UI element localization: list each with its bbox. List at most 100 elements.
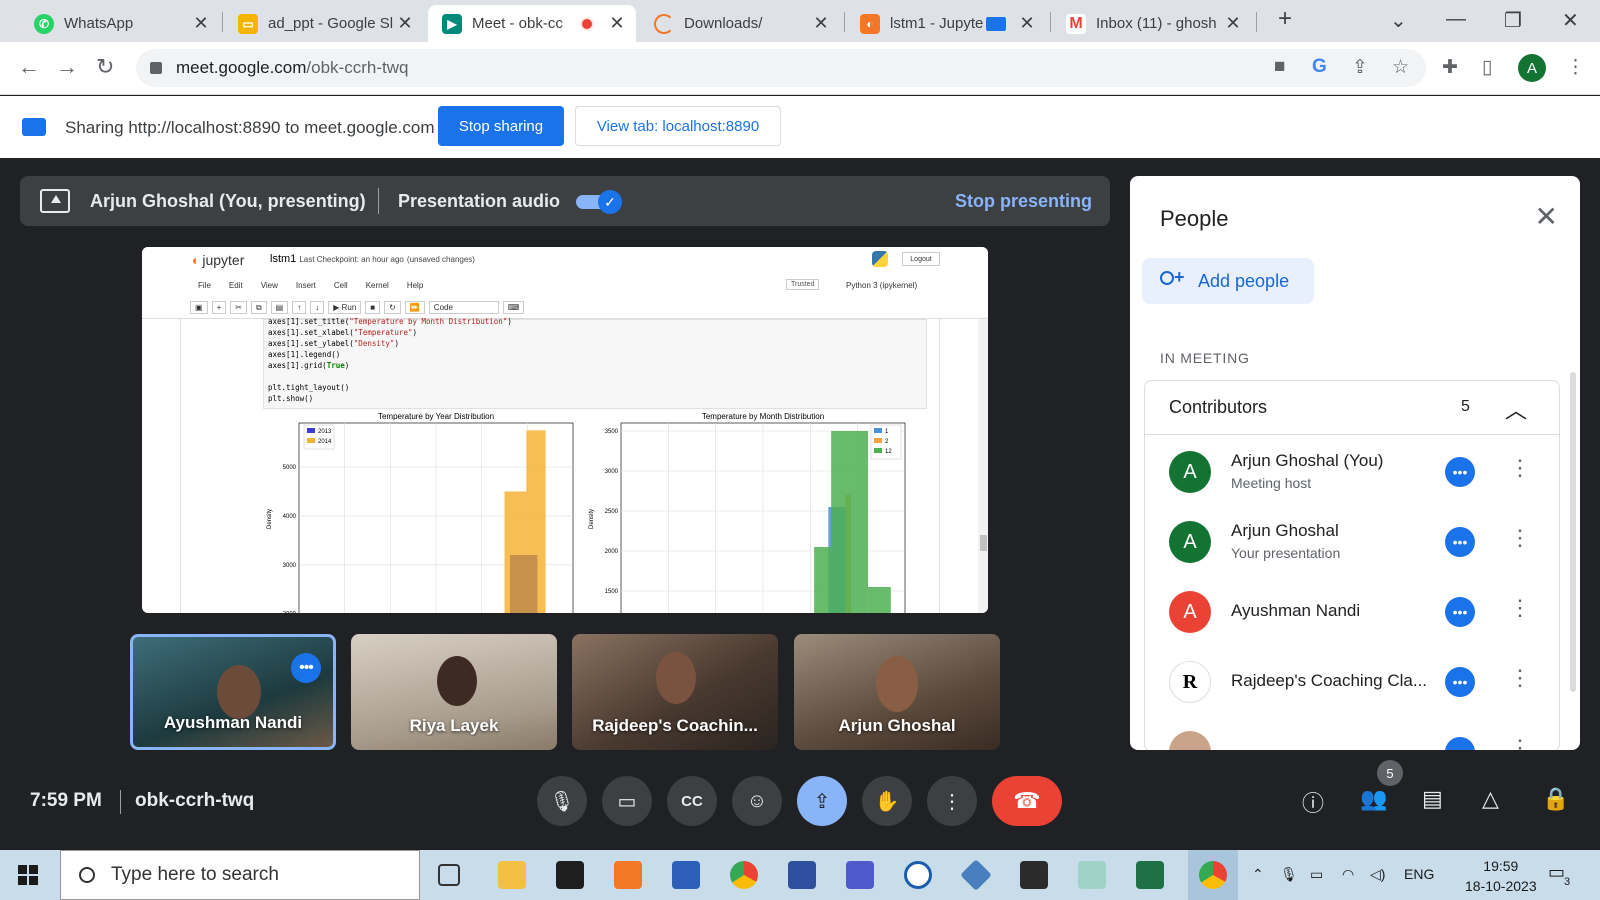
close-icon[interactable]: ✕ bbox=[192, 13, 210, 34]
word-app-icon[interactable] bbox=[904, 861, 932, 889]
present-button[interactable]: ⇪ bbox=[797, 776, 847, 826]
move-down-icon[interactable]: ↓ bbox=[310, 301, 325, 314]
cut-icon[interactable]: ✂ bbox=[230, 301, 247, 314]
menu-help[interactable]: Help bbox=[407, 281, 423, 290]
close-icon[interactable]: ✕ bbox=[1224, 13, 1242, 34]
close-icon[interactable]: ✕ bbox=[396, 13, 414, 34]
menu-file[interactable]: File bbox=[198, 281, 211, 290]
sublime-text-icon[interactable] bbox=[614, 861, 642, 889]
restart-run-icon[interactable]: ⏩ bbox=[404, 301, 425, 314]
tab-whatsapp[interactable]: ✆ WhatsApp ✕ bbox=[20, 5, 220, 42]
minimize-icon[interactable]: — bbox=[1446, 8, 1466, 31]
microphone-button[interactable]: 🎙 bbox=[537, 776, 587, 826]
save-icon[interactable]: ▣ bbox=[190, 301, 208, 314]
add-cell-icon[interactable]: + bbox=[211, 301, 227, 314]
notification-icon[interactable]: ▭ bbox=[1548, 862, 1565, 883]
camera-icon[interactable]: ■ bbox=[1274, 56, 1285, 78]
people-icon[interactable]: 👥 bbox=[1360, 786, 1387, 812]
info-icon[interactable]: ⓘ bbox=[1302, 786, 1324, 818]
tab-slides[interactable]: ▭ ad_ppt - Google Sl ✕ bbox=[224, 5, 424, 42]
activities-icon[interactable]: △ bbox=[1482, 786, 1499, 812]
participant-tile[interactable]: ••• Ayushman Nandi bbox=[130, 634, 336, 750]
tab-gmail[interactable]: M Inbox (11) - ghosh ✕ bbox=[1052, 5, 1252, 42]
menu-kernel[interactable]: Kernel bbox=[366, 281, 389, 290]
close-icon[interactable]: ✕ bbox=[812, 13, 830, 34]
participant-tile[interactable]: Arjun Ghoshal bbox=[794, 634, 1000, 750]
excel-icon[interactable] bbox=[1136, 861, 1164, 889]
stop-icon[interactable]: ■ bbox=[365, 301, 381, 314]
wifi-icon[interactable]: ◠ bbox=[1342, 866, 1354, 883]
leave-call-button[interactable]: ☎ bbox=[992, 776, 1062, 826]
google-lens-icon[interactable]: G bbox=[1312, 56, 1327, 78]
more-options-icon[interactable]: ••• bbox=[1445, 457, 1475, 487]
kebab-menu-icon[interactable]: ⋮ bbox=[1509, 525, 1531, 551]
stop-presenting-button[interactable]: Stop presenting bbox=[955, 191, 1092, 212]
address-bar[interactable]: meet.google.com/obk-ccrh-twq bbox=[136, 49, 1426, 87]
task-view-icon[interactable] bbox=[438, 864, 460, 886]
side-panel-icon[interactable]: ▯ bbox=[1482, 56, 1492, 79]
raise-hand-button[interactable]: ✋ bbox=[862, 776, 912, 826]
tab-search-icon[interactable]: ⌄ bbox=[1390, 8, 1407, 33]
share-icon[interactable]: ⇪ bbox=[1352, 56, 1368, 79]
restart-icon[interactable]: ↻ bbox=[384, 301, 401, 314]
chrome-active-icon[interactable] bbox=[1188, 850, 1238, 900]
more-options-icon[interactable]: ••• bbox=[1445, 597, 1475, 627]
captions-button[interactable]: CC bbox=[667, 776, 717, 826]
battery-icon[interactable]: ▭ bbox=[1310, 866, 1323, 883]
participant-tile[interactable]: Rajdeep's Coachin... bbox=[572, 634, 778, 750]
extensions-icon[interactable]: ✚ bbox=[1442, 56, 1458, 79]
reactions-button[interactable]: ☺ bbox=[732, 776, 782, 826]
virtualbox-icon[interactable] bbox=[960, 859, 992, 891]
notepad-icon[interactable] bbox=[1078, 861, 1106, 889]
language-indicator[interactable]: ENG bbox=[1404, 866, 1434, 882]
camera-button[interactable]: ▭ bbox=[602, 776, 652, 826]
panel-scrollbar[interactable] bbox=[1570, 372, 1576, 692]
contributors-header[interactable]: Contributors 5 ︿ bbox=[1145, 381, 1559, 435]
profile-avatar[interactable]: A bbox=[1518, 54, 1546, 82]
chevron-up-icon[interactable]: ︿ bbox=[1505, 393, 1527, 425]
powershell-icon[interactable] bbox=[672, 861, 700, 889]
volume-icon[interactable]: ◁) bbox=[1370, 866, 1385, 883]
close-icon[interactable]: ✕ bbox=[608, 13, 626, 34]
restore-icon[interactable]: ❐ bbox=[1504, 8, 1522, 33]
close-icon[interactable]: ✕ bbox=[1535, 200, 1558, 233]
tab-meet[interactable]: ▶ Meet - obk-cc ✕ bbox=[428, 5, 636, 42]
presentation-audio-toggle[interactable]: ✓ bbox=[576, 190, 622, 214]
logout-button[interactable]: Logout bbox=[902, 252, 940, 266]
bookmark-star-icon[interactable]: ☆ bbox=[1392, 56, 1409, 79]
command-prompt-icon[interactable] bbox=[556, 861, 584, 889]
more-options-icon[interactable]: ••• bbox=[1445, 527, 1475, 557]
kebab-menu-icon[interactable]: ⋮ bbox=[1509, 665, 1531, 691]
system-clock[interactable]: 19:59 18-10-2023 bbox=[1465, 856, 1537, 896]
file-explorer-icon[interactable] bbox=[498, 861, 526, 889]
close-icon[interactable]: ✕ bbox=[1018, 13, 1036, 34]
dev-cpp-icon[interactable] bbox=[788, 861, 816, 889]
back-icon[interactable]: ← bbox=[18, 54, 40, 80]
add-people-button[interactable]: Add people bbox=[1142, 258, 1314, 304]
show-hidden-icons[interactable]: ⌃ bbox=[1252, 866, 1264, 883]
reload-icon[interactable]: ↻ bbox=[96, 54, 114, 80]
scroll-thumb[interactable] bbox=[980, 535, 987, 551]
move-up-icon[interactable]: ↑ bbox=[292, 301, 307, 314]
paste-icon[interactable]: ▤ bbox=[270, 301, 289, 314]
forward-icon[interactable]: → bbox=[56, 54, 78, 80]
code-cell[interactable]: axes[1].set_title("Temperature by Month … bbox=[263, 317, 927, 409]
taskbar-search[interactable]: Type here to search bbox=[60, 850, 420, 900]
tab-downloads[interactable]: Downloads/ ✕ bbox=[640, 5, 840, 42]
host-controls-icon[interactable]: 🔒 bbox=[1542, 786, 1569, 812]
cell-type-select[interactable]: Code bbox=[428, 301, 499, 314]
more-options-icon[interactable]: ••• bbox=[291, 653, 321, 683]
keyboard-icon[interactable]: ⌨ bbox=[502, 301, 525, 314]
more-options-button[interactable]: ⋮ bbox=[927, 776, 977, 826]
more-options-icon[interactable]: ••• bbox=[1445, 737, 1475, 750]
tab-jupyter[interactable]: ◐ lstm1 - Jupyte ✕ bbox=[846, 5, 1046, 42]
windows-start-icon[interactable] bbox=[18, 865, 38, 885]
stop-sharing-button[interactable]: Stop sharing bbox=[438, 106, 564, 146]
kebab-menu-icon[interactable]: ⋮ bbox=[1509, 595, 1531, 621]
browser-menu-icon[interactable]: ⋮ bbox=[1566, 56, 1585, 79]
teams-icon[interactable] bbox=[846, 861, 874, 889]
menu-view[interactable]: View bbox=[261, 281, 278, 290]
kebab-menu-icon[interactable]: ⋮ bbox=[1509, 455, 1531, 481]
notebook-scrollbar[interactable] bbox=[978, 319, 988, 613]
microphone-tray-icon[interactable]: 🎙 bbox=[1280, 866, 1298, 883]
